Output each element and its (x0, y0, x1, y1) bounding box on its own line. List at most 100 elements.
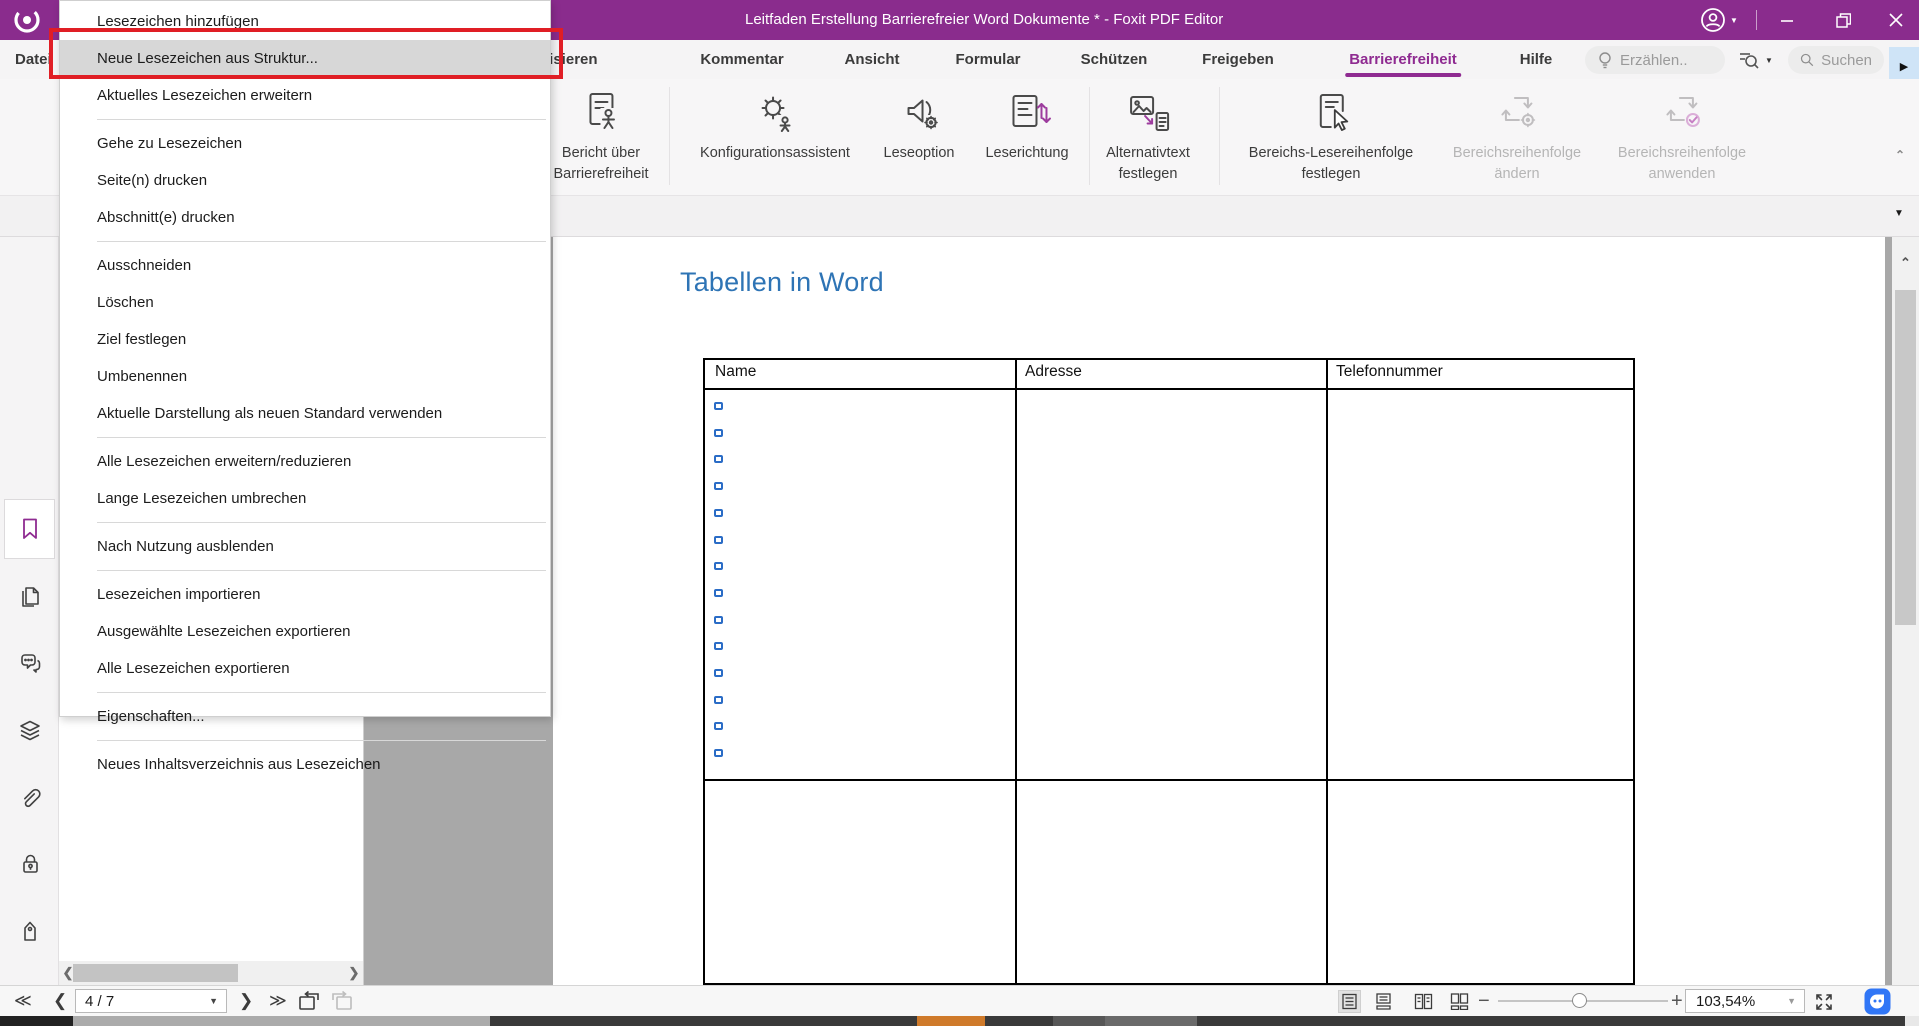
scroll-up-arrow[interactable]: ⌃ (1892, 255, 1919, 275)
context-menu-item[interactable]: Nach Nutzung ausblenden (60, 528, 550, 565)
accessibility-report-button[interactable]: Bericht über Barrierefreiheit (553, 83, 648, 185)
bookmarks-horizontal-scrollbar[interactable]: ❮ ❯ (59, 961, 363, 985)
context-menu-item[interactable]: Lesezeichen importieren (60, 576, 550, 613)
next-page-button[interactable]: ❯ (239, 986, 253, 1016)
context-menu-item[interactable]: Neues Inhaltsverzeichnis aus Lesezeichen (60, 746, 550, 783)
vertical-scrollbar[interactable]: ⌃ (1892, 237, 1919, 985)
previous-view-button[interactable] (297, 990, 321, 1012)
ai-assistant-button[interactable] (1864, 988, 1891, 1015)
zoom-out-button[interactable]: − (1478, 986, 1490, 1016)
continuous-view-button[interactable] (1372, 990, 1395, 1013)
restore-button[interactable] (1820, 0, 1866, 40)
context-menu-item[interactable]: Alle Lesezeichen erweitern/reduzieren (60, 443, 550, 480)
minimize-button[interactable] (1764, 0, 1810, 40)
context-menu-item[interactable]: Aktuelle Darstellung als neuen Standard … (60, 395, 550, 432)
read-option-icon (884, 83, 955, 143)
taskbar-segment (0, 1016, 73, 1026)
context-menu-item[interactable]: Ausgewählte Lesezeichen exportieren (60, 613, 550, 650)
alt-text-button[interactable]: Alternativtext festlegen (1106, 83, 1190, 185)
reading-order-button[interactable]: Leserichtung (985, 83, 1068, 164)
window-title: Leitfaden Erstellung Barrierefreier Word… (745, 0, 1223, 40)
tab-hilfe[interactable]: Hilfe (1520, 40, 1553, 79)
account-button[interactable]: ▼ (1700, 0, 1738, 40)
bookmarks-icon[interactable] (16, 515, 44, 543)
list-bullet (714, 616, 723, 624)
context-menu-item[interactable]: Abschnitt(e) drucken (60, 199, 550, 236)
list-bullet (714, 669, 723, 677)
tab-freigeben[interactable]: Freigeben (1202, 40, 1274, 79)
setup-assistant-icon (700, 83, 850, 143)
tell-me-box[interactable]: Erzählen.. (1585, 46, 1725, 74)
fullscreen-button[interactable] (1812, 990, 1836, 1014)
context-menu-item[interactable]: Löschen (60, 284, 550, 321)
context-menu-item[interactable]: Lange Lesezeichen umbrechen (60, 480, 550, 517)
accessibility-report-icon (553, 83, 648, 143)
zoom-level-input[interactable]: 103,54% ▼ (1685, 989, 1805, 1013)
context-menu-item[interactable]: Umbenennen (60, 358, 550, 395)
context-menu-item[interactable]: Aktuelles Lesezeichen erweitern (60, 77, 550, 114)
comments-icon[interactable] (16, 649, 44, 677)
facing-pages-icon (1414, 993, 1433, 1010)
zoom-level: 103,54% (1696, 993, 1755, 1010)
single-page-view-button[interactable] (1338, 990, 1361, 1013)
previous-page-button[interactable]: ❮ (53, 986, 67, 1016)
continuous-facing-view-button[interactable] (1448, 990, 1471, 1013)
tab-ansicht[interactable]: Ansicht (844, 40, 899, 79)
ai-assistant-icon (1864, 988, 1891, 1015)
page-number-input[interactable]: 4 / 7 ▼ (75, 989, 227, 1013)
first-page-button[interactable]: ≪ (14, 986, 32, 1016)
tags-icon[interactable] (16, 918, 44, 946)
context-menu-item[interactable]: Ausschneiden (60, 247, 550, 284)
security-icon[interactable] (16, 850, 44, 878)
zoom-slider-knob[interactable] (1572, 993, 1587, 1008)
list-bullet (714, 642, 723, 650)
setup-assistant-button[interactable]: Konfigurationsassistent (700, 83, 850, 164)
tab-datei[interactable]: Datei (15, 40, 52, 79)
taskbar-segment (1105, 1016, 1197, 1026)
tab-schuetzen[interactable]: Schützen (1081, 40, 1148, 79)
table-header-telefonnummer: Telefonnummer (1336, 363, 1443, 381)
ribbon-separator (669, 87, 670, 185)
scrollbar-thumb[interactable] (1895, 290, 1916, 625)
search-box[interactable]: Suchen (1788, 46, 1884, 74)
scroll-right-arrow[interactable]: ❯ (347, 964, 361, 982)
taskbar-segment (917, 1016, 985, 1026)
context-menu-separator (60, 114, 550, 125)
context-menu-separator (60, 432, 550, 443)
zoom-in-button[interactable]: + (1671, 986, 1683, 1016)
full-text-search-button[interactable]: ▼ (1737, 48, 1773, 72)
ribbon-separator (1219, 87, 1220, 185)
close-button[interactable] (1873, 0, 1919, 40)
pages-icon[interactable] (16, 583, 44, 611)
last-page-button[interactable]: ≫ (269, 986, 287, 1016)
facing-view-button[interactable] (1412, 990, 1435, 1013)
read-option-button[interactable]: Leseoption (884, 83, 955, 164)
layers-icon[interactable] (16, 717, 44, 745)
attachments-icon[interactable] (16, 784, 44, 812)
ribbon-separator (1089, 87, 1090, 185)
table-header-border (705, 388, 1633, 390)
change-region-order-icon (1453, 83, 1581, 143)
scrollbar-thumb[interactable] (73, 964, 238, 982)
context-menu-item[interactable]: Ziel festlegen (60, 321, 550, 358)
list-bullet (714, 482, 723, 490)
list-bullet (714, 509, 723, 517)
titlebar-separator (1756, 10, 1757, 30)
context-menu-item[interactable]: Seite(n) drucken (60, 162, 550, 199)
list-bullet (714, 589, 723, 597)
list-bullet (714, 536, 723, 544)
context-menu-item[interactable]: Alle Lesezeichen exportieren (60, 650, 550, 687)
tab-barrierefreiheit[interactable]: Barrierefreiheit (1349, 40, 1457, 79)
expand-ribbon-arrow-icon: ▶ (1900, 60, 1908, 73)
set-region-order-button[interactable]: Bereichs-Lesereihenfolge festlegen (1249, 83, 1413, 185)
collapse-ribbon-button[interactable]: ⌃ (1888, 148, 1912, 166)
tab-formular[interactable]: Formular (955, 40, 1020, 79)
tab-kommentar[interactable]: Kommentar (700, 40, 783, 79)
filter-search-icon (1737, 48, 1761, 72)
page-indicator: 4 / 7 (85, 993, 114, 1010)
page-heading: Tabellen in Word (680, 267, 884, 298)
scroll-page-up-button[interactable]: ▼ (1894, 208, 1904, 219)
context-menu-item[interactable]: Eigenschaften... (60, 698, 550, 735)
context-menu-item[interactable]: Gehe zu Lesezeichen (60, 125, 550, 162)
user-account-icon (1700, 7, 1726, 33)
